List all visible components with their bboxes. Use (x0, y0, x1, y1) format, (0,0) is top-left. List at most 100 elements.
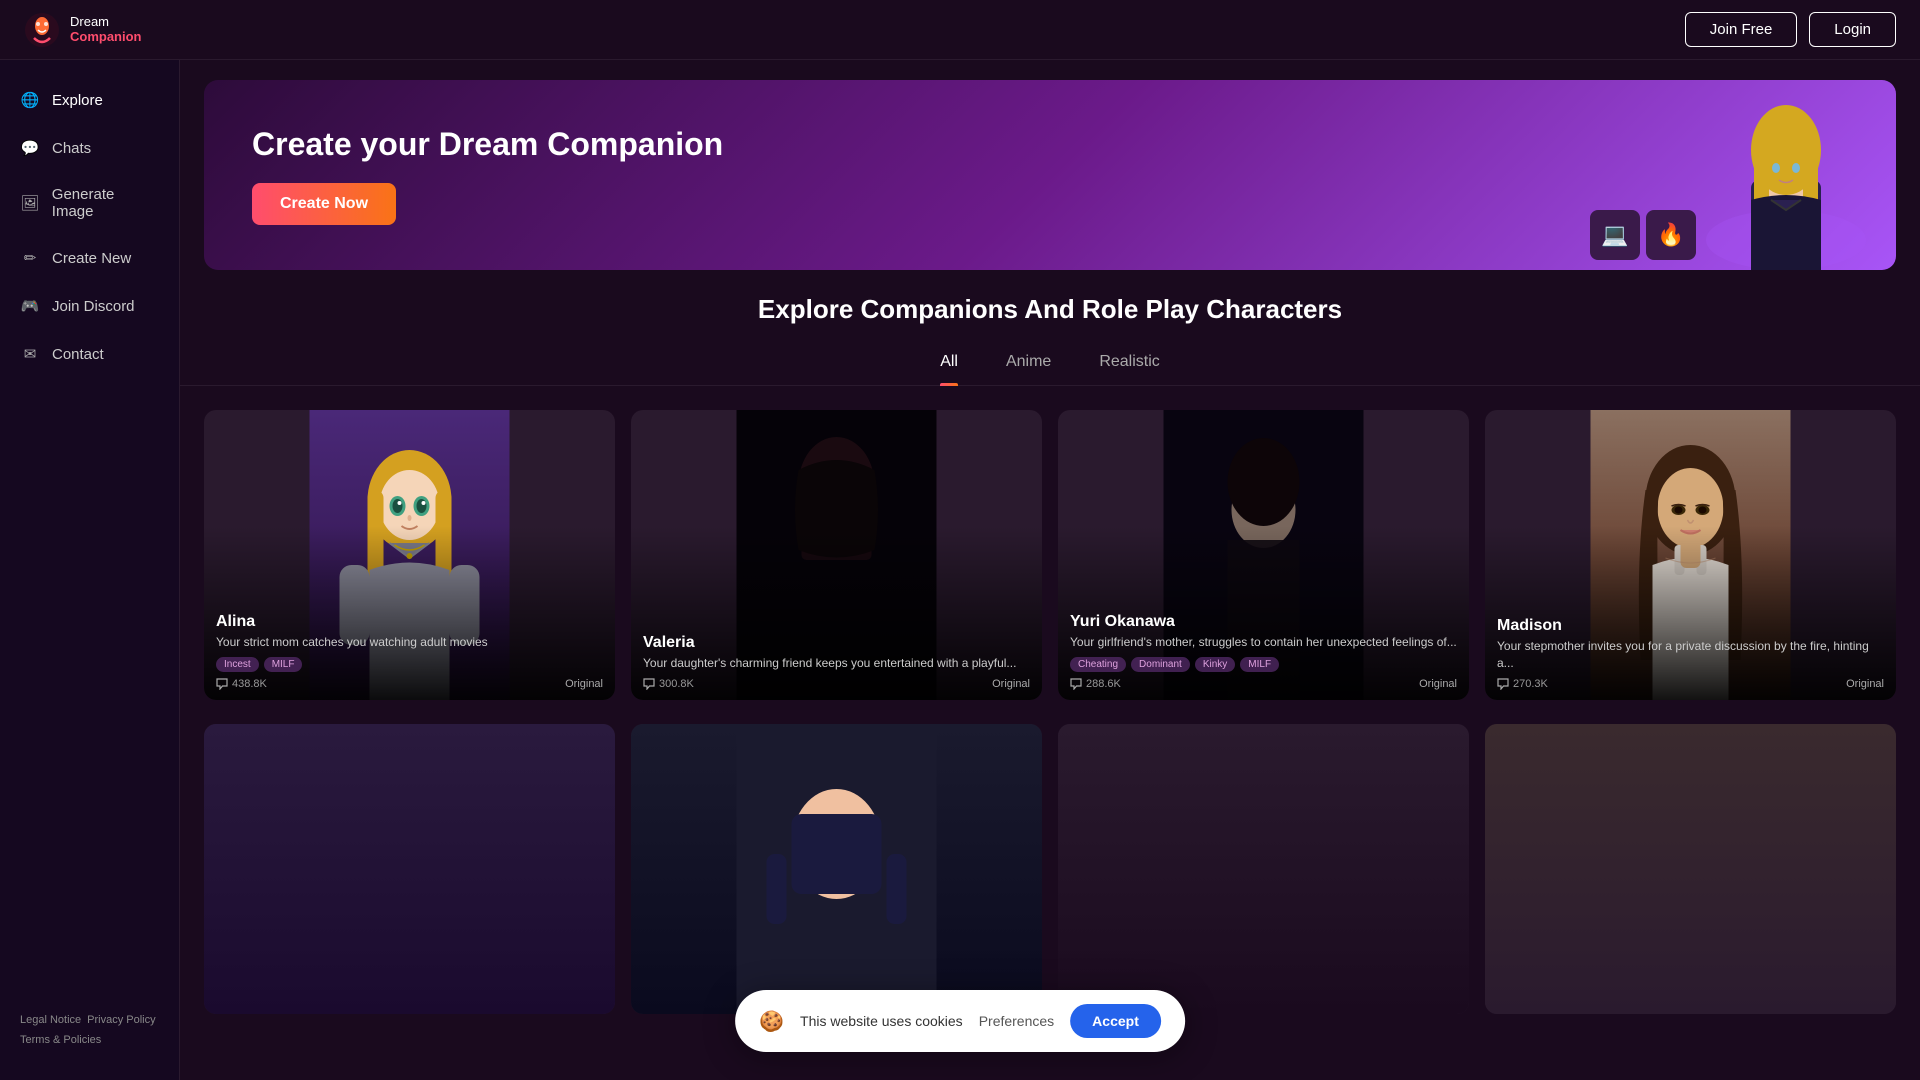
card-messages-madison: 270.3K (1497, 678, 1548, 690)
card-footer-valeria: 300.8K Original (643, 678, 1030, 690)
cookie-icon: 🍪 (759, 1009, 784, 1034)
cards-grid: Alina Your strict mom catches you watchi… (180, 410, 1920, 724)
sidebar-label-join-discord: Join Discord (52, 298, 135, 315)
tag-dominant: Dominant (1131, 657, 1190, 672)
cookie-text: This website uses cookies (800, 1013, 963, 1029)
card-info-yuri-okanawa: Yuri Okanawa Your girlfriend's mother, s… (1058, 601, 1469, 700)
tag-milf: MILF (264, 657, 303, 672)
logo[interactable]: Dream Companion (24, 12, 142, 48)
sidebar: 🌐 Explore 💬 Chats 🖼 Generate Image ✏ Cre… (0, 60, 180, 1080)
legal-notice-link[interactable]: Legal Notice (20, 1014, 81, 1026)
hero-title: Create your Dream Companion (252, 126, 723, 163)
chat-bubble-icon (643, 678, 655, 690)
card-figure-svg (631, 724, 1042, 1014)
sidebar-label-chats: Chats (52, 140, 91, 157)
preferences-button[interactable]: Preferences (979, 1013, 1054, 1029)
chat-icon: 💬 (20, 138, 40, 158)
main-content: Create your Dream Companion Create Now 💻… (180, 60, 1920, 1080)
card-footer-madison: 270.3K Original (1497, 678, 1884, 690)
create-now-button[interactable]: Create Now (252, 183, 396, 225)
card-info-valeria: Valeria Your daughter's charming friend … (631, 622, 1042, 700)
accept-button[interactable]: Accept (1070, 1004, 1161, 1038)
card-footer-yuri-okanawa: 288.6K Original (1070, 678, 1457, 690)
card-yuri-okanawa[interactable]: Yuri Okanawa Your girlfriend's mother, s… (1058, 410, 1469, 700)
card-name-valeria: Valeria (643, 634, 1030, 652)
sidebar-item-create-new[interactable]: ✏ Create New (0, 234, 179, 282)
hero-figure (1676, 80, 1896, 270)
wand-icon: ✏ (20, 248, 40, 268)
sidebar-label-generate-image: Generate Image (52, 186, 159, 220)
tab-all[interactable]: All (940, 345, 958, 385)
terms-link[interactable]: Terms & Policies (20, 1034, 101, 1046)
card-placeholder-3[interactable] (1058, 724, 1469, 1014)
hero-banner: Create your Dream Companion Create Now 💻… (204, 80, 1896, 270)
card-info-alina: Alina Your strict mom catches you watchi… (204, 601, 615, 700)
sidebar-label-create-new: Create New (52, 250, 131, 267)
chat-bubble-icon (1070, 678, 1082, 690)
card-footer-alina: 438.8K Original (216, 678, 603, 690)
sidebar-item-chats[interactable]: 💬 Chats (0, 124, 179, 172)
join-free-button[interactable]: Join Free (1685, 12, 1798, 47)
card-desc-madison: Your stepmother invites you for a privat… (1497, 638, 1884, 672)
card-info-madison: Madison Your stepmother invites you for … (1485, 605, 1896, 700)
card-name-yuri-okanawa: Yuri Okanawa (1070, 613, 1457, 631)
card-madison[interactable]: Madison Your stepmother invites you for … (1485, 410, 1896, 700)
card-name-alina: Alina (216, 613, 603, 631)
card-name-madison: Madison (1497, 617, 1884, 635)
tab-realistic[interactable]: Realistic (1099, 345, 1159, 385)
card-messages-yuri-okanawa: 288.6K (1070, 678, 1121, 690)
card-messages-alina: 438.8K (216, 678, 267, 690)
card-placeholder-1[interactable] (204, 724, 615, 1014)
card-placeholder-image-3 (1058, 724, 1469, 1014)
card-placeholder-image-4 (1485, 724, 1896, 1014)
hero-image-area: 💻 🔥 (1576, 80, 1896, 270)
card-badge-alina: Original (565, 678, 603, 690)
tag-cheating: Cheating (1070, 657, 1126, 672)
login-button[interactable]: Login (1809, 12, 1896, 47)
logo-icon (24, 12, 60, 48)
hero-text: Create your Dream Companion Create Now (252, 126, 723, 225)
section-title: Explore Companions And Role Play Charact… (180, 294, 1920, 325)
privacy-policy-link[interactable]: Privacy Policy (87, 1014, 155, 1026)
mail-icon: ✉ (20, 344, 40, 364)
card-valeria[interactable]: Valeria Your daughter's charming friend … (631, 410, 1042, 700)
card-badge-yuri-okanawa: Original (1419, 678, 1457, 690)
cookie-bar: 🍪 This website uses cookies Preferences … (735, 990, 1185, 1052)
header-buttons: Join Free Login (1685, 12, 1896, 47)
sidebar-label-explore: Explore (52, 92, 103, 109)
chat-bubble-icon (216, 678, 228, 690)
card-placeholder-image-2 (631, 724, 1042, 1014)
hero-character-svg (1676, 80, 1896, 270)
card-desc-alina: Your strict mom catches you watching adu… (216, 634, 603, 651)
sidebar-item-contact[interactable]: ✉ Contact (0, 330, 179, 378)
card-placeholder-2[interactable] (631, 724, 1042, 1014)
sidebar-item-join-discord[interactable]: 🎮 Join Discord (0, 282, 179, 330)
footer-links: Legal Notice Privacy Policy (20, 1014, 159, 1026)
chat-bubble-icon (1497, 678, 1509, 690)
tabs: All Anime Realistic (180, 345, 1920, 386)
card-badge-madison: Original (1846, 678, 1884, 690)
tag-kinky: Kinky (1195, 657, 1235, 672)
card-placeholder-4[interactable] (1485, 724, 1896, 1014)
card-tags-yuri-okanawa: Cheating Dominant Kinky MILF (1070, 657, 1457, 672)
sidebar-label-contact: Contact (52, 346, 104, 363)
globe-icon: 🌐 (20, 90, 40, 110)
sidebar-item-explore[interactable]: 🌐 Explore (0, 76, 179, 124)
tag-milf: MILF (1240, 657, 1279, 672)
layout: 🌐 Explore 💬 Chats 🖼 Generate Image ✏ Cre… (0, 60, 1920, 1080)
logo-dream: Dream (70, 15, 142, 29)
card-desc-valeria: Your daughter's charming friend keeps yo… (643, 655, 1030, 672)
logo-companion: Companion (70, 30, 142, 44)
card-messages-valeria: 300.8K (643, 678, 694, 690)
card-tags-alina: IncestMILF (216, 657, 603, 672)
mascot-laptop: 💻 (1590, 210, 1640, 260)
card-desc-yuri-okanawa: Your girlfriend's mother, struggles to c… (1070, 634, 1457, 651)
card-placeholder-image-1 (204, 724, 615, 1014)
sidebar-item-generate-image[interactable]: 🖼 Generate Image (0, 172, 179, 234)
sidebar-footer: Legal Notice Privacy Policy Terms & Poli… (0, 998, 179, 1064)
tab-anime[interactable]: Anime (1006, 345, 1051, 385)
logo-text: Dream Companion (70, 15, 142, 44)
image-icon: 🖼 (20, 193, 40, 213)
card-alina[interactable]: Alina Your strict mom catches you watchi… (204, 410, 615, 700)
card-badge-valeria: Original (992, 678, 1030, 690)
